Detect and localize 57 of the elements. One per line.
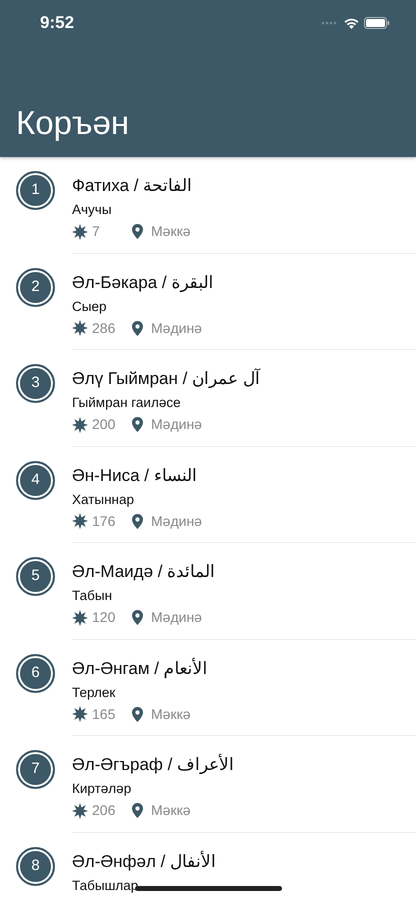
star-burst-icon xyxy=(72,513,88,529)
surah-title[interactable]: Әлү Гыймран / آل عمران xyxy=(72,366,260,391)
surah-title[interactable]: Әл-Әгъраф / الأعراف xyxy=(72,752,234,777)
star-burst-icon xyxy=(72,706,88,722)
page-title: Коръән xyxy=(15,103,130,143)
location-pin-icon xyxy=(132,706,143,722)
surah-number: 8 xyxy=(16,846,55,886)
location-pin-icon xyxy=(132,417,143,432)
surah-number: 2 xyxy=(16,268,55,306)
signal-icon xyxy=(321,21,339,25)
battery-icon xyxy=(364,17,390,29)
star-burst-icon xyxy=(72,802,88,818)
star-burst-icon xyxy=(72,224,88,240)
verse-count: 7 xyxy=(92,222,100,241)
verse-count: 206 xyxy=(92,801,116,820)
surah-meaning: Хатыннар xyxy=(72,490,134,509)
surah-meaning: Табышлар xyxy=(72,876,138,895)
location-pin-icon xyxy=(132,803,143,818)
surah-meaning: Киртәләр xyxy=(72,780,132,798)
surah-title[interactable]: Әл-Әнфәл / الأنفال xyxy=(72,848,216,874)
star-burst-icon xyxy=(72,416,88,432)
surah-title[interactable]: Әл-Әнгам / الأنعام xyxy=(72,656,208,680)
revelation-place: Мәккә xyxy=(151,704,190,724)
revelation-place: Мәдинә xyxy=(151,415,202,434)
revelation-place: Мәдинә xyxy=(151,608,202,627)
surah-title[interactable]: Әл-Бәкара / البقرة xyxy=(72,270,214,294)
star-burst-icon xyxy=(72,610,88,626)
location-pin-icon xyxy=(132,224,143,239)
star-burst-icon xyxy=(72,320,88,336)
verse-count: 176 xyxy=(92,512,116,530)
revelation-place: Мәккә xyxy=(151,222,190,241)
verse-count: 200 xyxy=(92,415,116,434)
surah-meaning: Табын xyxy=(72,587,112,605)
revelation-place: Мәдинә xyxy=(151,512,202,531)
surah-title[interactable]: Фатиха / الفاتحة xyxy=(72,173,192,198)
surah-meaning: Ачучы xyxy=(72,201,112,219)
verse-count: 165 xyxy=(92,704,116,724)
surah-meaning: Гыймран гаиләсе xyxy=(72,394,181,412)
wifi-icon xyxy=(343,17,360,29)
surah-title[interactable]: Әл-Маидә / المائدة xyxy=(72,559,216,584)
surah-title[interactable]: Ән-Ниса / النساء xyxy=(72,462,197,488)
surah-number: 3 xyxy=(16,364,55,403)
verse-count: 286 xyxy=(92,318,116,338)
surah-meaning: Сыер xyxy=(72,298,106,316)
location-pin-icon xyxy=(132,514,143,528)
revelation-place: Мәдинә xyxy=(151,318,202,338)
surah-number: 4 xyxy=(16,460,55,500)
surah-number: 5 xyxy=(16,557,55,596)
location-pin-icon xyxy=(132,320,143,336)
revelation-place: Мәккә xyxy=(151,801,190,820)
surah-number: 1 xyxy=(16,171,55,210)
verse-count: 120 xyxy=(92,608,116,627)
location-pin-icon xyxy=(132,610,143,625)
surah-meaning: Терлек xyxy=(72,684,116,702)
surah-number: 6 xyxy=(16,654,55,692)
status-time: 9:52 xyxy=(40,12,74,34)
surah-number: 7 xyxy=(16,750,55,789)
